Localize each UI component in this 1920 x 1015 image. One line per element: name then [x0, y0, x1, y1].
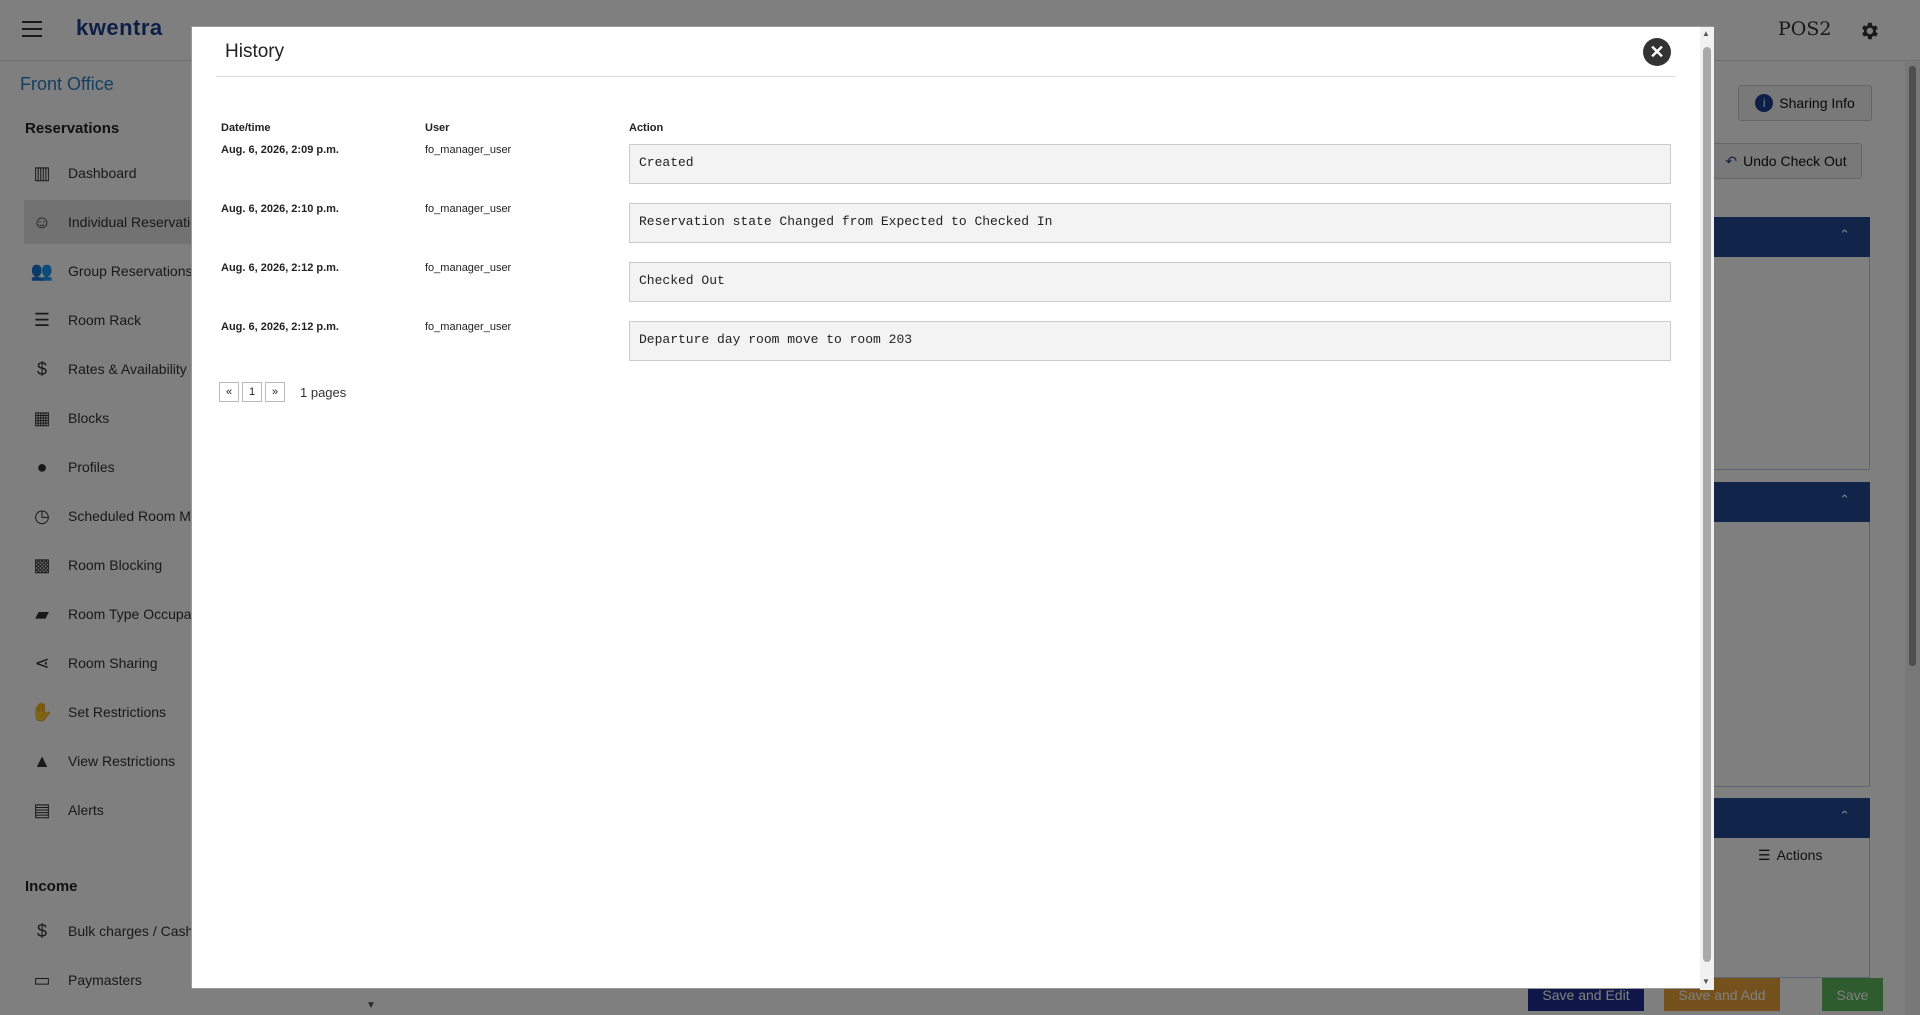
column-header-user: User: [425, 122, 450, 134]
history-row-action: Departure day room move to room 203: [629, 321, 1671, 361]
history-row-user: fo_manager_user: [425, 203, 512, 215]
pagination: « 1 » 1 pages: [219, 382, 346, 402]
pagination-summary: 1 pages: [300, 384, 347, 400]
history-row-datetime: Aug. 6, 2026, 2:10 p.m.: [221, 203, 339, 215]
history-row-datetime: Aug. 6, 2026, 2:09 p.m.: [221, 144, 339, 156]
history-row-datetime: Aug. 6, 2026, 2:12 p.m.: [221, 262, 339, 274]
history-row-user: fo_manager_user: [425, 144, 512, 156]
history-row-action: Checked Out: [629, 262, 1671, 302]
scroll-up-icon[interactable]: ▲: [1702, 29, 1710, 38]
modal-title: History: [225, 41, 285, 62]
modal-scrollbar-thumb[interactable]: [1703, 47, 1711, 962]
close-icon[interactable]: ✕: [1643, 38, 1671, 66]
history-modal: History ✕ Date/time User Action Aug. 6, …: [191, 26, 1714, 990]
pagination-next-button[interactable]: »: [265, 382, 285, 402]
history-row-action: Created: [629, 144, 1671, 184]
history-row-datetime: Aug. 6, 2026, 2:12 p.m.: [221, 321, 339, 333]
history-row-user: fo_manager_user: [425, 262, 512, 274]
pagination-prev-button[interactable]: «: [219, 382, 239, 402]
scroll-down-icon[interactable]: ▼: [1702, 977, 1710, 986]
modal-scrollbar[interactable]: ▲ ▼: [1700, 27, 1714, 990]
pagination-page-1[interactable]: 1: [242, 382, 262, 402]
column-header-action: Action: [629, 122, 664, 134]
history-row-action: Reservation state Changed from Expected …: [629, 203, 1671, 243]
history-row-user: fo_manager_user: [425, 321, 512, 333]
column-header-datetime: Date/time: [221, 122, 271, 134]
divider: [216, 76, 1676, 77]
